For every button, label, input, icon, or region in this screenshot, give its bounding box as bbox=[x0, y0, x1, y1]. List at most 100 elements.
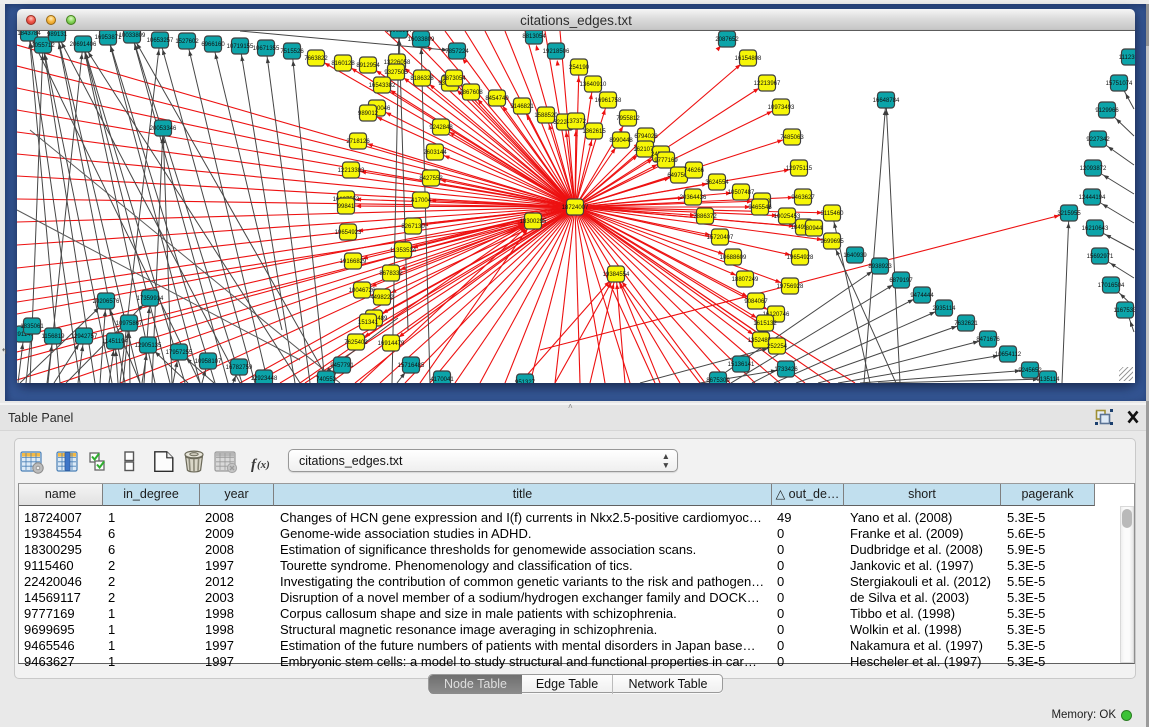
svg-text:20053346: 20053346 bbox=[150, 126, 177, 132]
svg-text:10507487: 10507487 bbox=[728, 190, 755, 196]
svg-text:3624554: 3624554 bbox=[705, 180, 729, 186]
svg-text:11353534: 11353534 bbox=[390, 248, 417, 254]
svg-text:1615132: 1615132 bbox=[753, 321, 777, 327]
svg-text:8678332: 8678332 bbox=[379, 271, 403, 277]
svg-text:151341: 151341 bbox=[358, 320, 379, 326]
svg-text:951327: 951327 bbox=[515, 380, 536, 383]
svg-text:12923448: 12923448 bbox=[251, 376, 278, 382]
svg-text:7515526: 7515526 bbox=[280, 49, 304, 55]
svg-text:19654923: 19654923 bbox=[335, 230, 362, 236]
svg-text:137372: 137372 bbox=[566, 119, 587, 125]
svg-text:16033809: 16033809 bbox=[408, 37, 435, 43]
svg-text:16648784: 16648784 bbox=[873, 98, 900, 104]
svg-text:7625402: 7625402 bbox=[344, 340, 368, 346]
svg-text:2867608: 2867608 bbox=[459, 90, 483, 96]
svg-text:9115460: 9115460 bbox=[821, 211, 845, 217]
svg-text:12093872: 12093872 bbox=[1080, 166, 1107, 172]
svg-text:7857224: 7857224 bbox=[445, 49, 469, 55]
svg-text:10046726: 10046726 bbox=[349, 288, 376, 294]
svg-text:6879197: 6879197 bbox=[889, 278, 913, 284]
svg-text:15136141: 15136141 bbox=[728, 362, 755, 368]
svg-text:13640910: 13640910 bbox=[580, 82, 607, 88]
svg-text:989012: 989012 bbox=[358, 111, 379, 117]
svg-text:9327505: 9327505 bbox=[384, 70, 408, 76]
svg-text:12213383: 12213383 bbox=[338, 168, 365, 174]
svg-text:17359914: 17359914 bbox=[137, 296, 164, 302]
svg-text:8813054: 8813054 bbox=[522, 34, 546, 40]
svg-text:12213967: 12213967 bbox=[754, 81, 781, 87]
svg-text:8912954: 8912954 bbox=[356, 63, 380, 69]
svg-text:9457791: 9457791 bbox=[330, 363, 354, 369]
svg-text:20364436: 20364436 bbox=[680, 195, 707, 201]
svg-text:7955812: 7955812 bbox=[616, 116, 640, 122]
svg-text:10033809: 10033809 bbox=[119, 33, 146, 39]
svg-text:1588520: 1588520 bbox=[534, 113, 558, 119]
svg-text:746266: 746266 bbox=[684, 168, 705, 174]
svg-text:80944: 80944 bbox=[806, 226, 823, 232]
svg-text:1835061: 1835061 bbox=[20, 324, 44, 330]
svg-text:9699695: 9699695 bbox=[820, 239, 844, 245]
svg-text:7663822: 7663822 bbox=[304, 56, 328, 62]
svg-text:10671355: 10671355 bbox=[253, 46, 280, 52]
svg-text:20206576: 20206576 bbox=[93, 299, 120, 305]
svg-text:7485063: 7485063 bbox=[780, 135, 804, 141]
svg-text:10653257: 10653257 bbox=[147, 38, 174, 44]
svg-text:2055712: 2055712 bbox=[31, 43, 55, 49]
svg-text:254190: 254190 bbox=[569, 65, 590, 71]
svg-text:17957255: 17957255 bbox=[166, 350, 193, 356]
svg-text:10654112: 10654112 bbox=[995, 352, 1022, 358]
svg-text:9129966: 9129966 bbox=[1095, 108, 1119, 114]
svg-text:17016504: 17016504 bbox=[1098, 283, 1125, 289]
svg-text:2603144: 2603144 bbox=[423, 150, 447, 156]
svg-text:9474444: 9474444 bbox=[910, 293, 934, 299]
svg-text:1733426: 1733426 bbox=[774, 367, 798, 373]
svg-text:99841: 99841 bbox=[338, 204, 355, 210]
svg-text:10975867: 10975867 bbox=[116, 321, 143, 327]
svg-text:7632621: 7632621 bbox=[954, 321, 978, 327]
svg-text:4170041: 4170041 bbox=[430, 377, 454, 383]
svg-text:989131: 989131 bbox=[47, 32, 68, 38]
svg-text:1873054: 1873054 bbox=[442, 76, 466, 82]
svg-text:417004: 417004 bbox=[411, 198, 432, 204]
svg-text:11451194: 11451194 bbox=[102, 339, 128, 345]
svg-text:19218506: 19218506 bbox=[543, 49, 570, 55]
svg-text:9146821: 9146821 bbox=[510, 104, 534, 110]
svg-text:(x): (x) bbox=[257, 459, 270, 471]
svg-text:8454749: 8454749 bbox=[485, 96, 509, 102]
svg-text:6966160: 6966160 bbox=[201, 42, 225, 48]
svg-text:8267130: 8267130 bbox=[401, 224, 425, 230]
svg-text:2935114: 2935114 bbox=[933, 306, 957, 312]
svg-text:1156819: 1156819 bbox=[42, 334, 66, 340]
svg-text:7886372: 7886372 bbox=[693, 214, 717, 220]
svg-text:8938923: 8938923 bbox=[868, 264, 892, 270]
svg-text:18963217: 18963217 bbox=[386, 31, 413, 34]
svg-text:9242848: 9242848 bbox=[429, 125, 453, 131]
svg-text:16961758: 16961758 bbox=[595, 98, 622, 104]
svg-text:4498222: 4498222 bbox=[370, 295, 394, 301]
svg-text:19756928: 19756928 bbox=[777, 284, 804, 290]
svg-text:9465546: 9465546 bbox=[748, 205, 772, 211]
svg-text:1167533: 1167533 bbox=[1114, 308, 1135, 314]
svg-text:10719155: 10719155 bbox=[227, 44, 254, 50]
svg-text:18724007: 18724007 bbox=[562, 205, 589, 211]
svg-text:15720407: 15720407 bbox=[707, 235, 734, 241]
svg-text:20691406: 20691406 bbox=[70, 42, 97, 48]
svg-text:1640939: 1640939 bbox=[843, 253, 867, 259]
svg-text:9135114: 9135114 bbox=[1037, 377, 1061, 383]
svg-text:9463627: 9463627 bbox=[791, 195, 815, 201]
svg-text:12942757: 12942757 bbox=[71, 334, 98, 340]
svg-text:15716485: 15716485 bbox=[398, 363, 425, 369]
svg-text:16154808: 16154808 bbox=[735, 56, 762, 62]
svg-text:10958107: 10958107 bbox=[195, 359, 222, 365]
svg-text:10973493: 10973493 bbox=[768, 105, 795, 111]
svg-text:18807249: 18807249 bbox=[732, 277, 759, 283]
svg-text:9227342: 9227342 bbox=[1086, 137, 1110, 143]
svg-text:19654928: 19654928 bbox=[787, 255, 814, 261]
svg-text:8427552: 8427552 bbox=[419, 176, 443, 182]
svg-text:9777169: 9777169 bbox=[654, 158, 678, 164]
svg-text:15751074: 15751074 bbox=[1106, 81, 1133, 87]
svg-text:8471676: 8471676 bbox=[976, 337, 1000, 343]
svg-text:16782759: 16782759 bbox=[226, 365, 253, 371]
svg-text:3215955: 3215955 bbox=[1057, 211, 1081, 217]
svg-text:9084067: 9084067 bbox=[744, 299, 768, 305]
